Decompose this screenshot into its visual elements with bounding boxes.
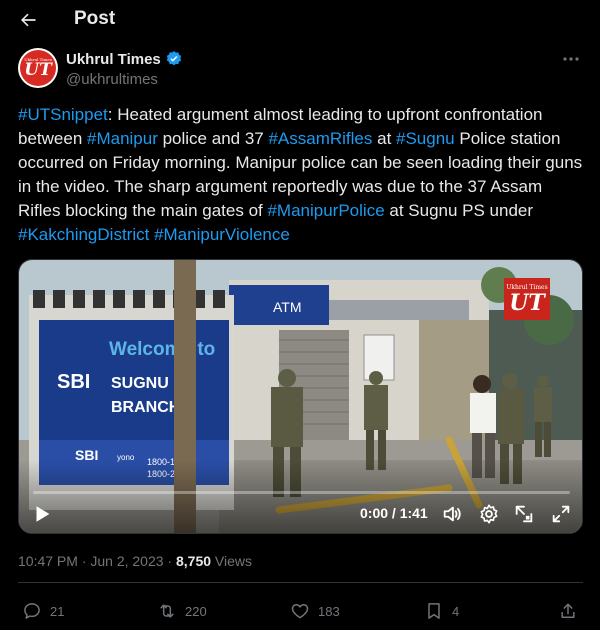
hashtag-link[interactable]: #ManipurPolice: [267, 201, 384, 220]
branch-text: BRANCH: [111, 399, 180, 416]
avatar-logo: UT: [24, 60, 52, 80]
bookmark-icon: [428, 603, 440, 619]
arrow-left-icon: [21, 13, 36, 27]
back-button[interactable]: [14, 6, 42, 34]
hashtag-link[interactable]: #KakchingDistrict: [18, 225, 149, 244]
hashtag-link[interactable]: #Manipur: [87, 129, 158, 148]
atm-sign-text: ATM: [273, 299, 302, 315]
hashtag-link[interactable]: #Sugnu: [396, 129, 455, 148]
page-title: Post: [74, 8, 116, 29]
heart-icon: [291, 604, 309, 619]
more-dots-icon: [563, 57, 579, 61]
popout-button[interactable]: [513, 503, 535, 525]
share-icon: [561, 603, 575, 618]
welcome-text: Welcome to: [109, 339, 215, 360]
verified-badge-icon: [165, 50, 183, 68]
share-button[interactable]: [558, 598, 578, 624]
author-name: Ukhrul Times: [66, 50, 161, 68]
bookmark-button[interactable]: 4: [424, 598, 459, 624]
top-bar: Post: [0, 0, 600, 40]
action-bar: 21 220 183 4: [0, 598, 600, 624]
author-row: Ukhrul Times UT Ukhrul Times @ukhrultime…: [18, 48, 588, 92]
fullscreen-button[interactable]: [550, 503, 572, 525]
post-timestamp[interactable]: 10:47 PM · Jun 2, 2023 ·: [18, 553, 176, 569]
sbi-logo-text: SBI: [57, 371, 90, 393]
volume-icon: [443, 506, 461, 522]
volume-button[interactable]: [441, 503, 463, 525]
repost-icon: [160, 604, 174, 618]
repost-count: 220: [185, 603, 207, 619]
video-progress-bar[interactable]: [33, 491, 570, 494]
hashtag-link[interactable]: #UTSnippet: [18, 105, 108, 124]
tweet-text-segment: police and 37: [157, 129, 269, 148]
watermark-logo: Ukhrul Times UT: [504, 278, 550, 320]
like-count: 183: [318, 603, 340, 619]
video-player[interactable]: ATM Welcome to SBI SUGNU BRANCH SBI yono…: [18, 259, 583, 534]
reply-count: 21: [50, 603, 65, 619]
gear-icon: [480, 504, 498, 524]
hashtag-link[interactable]: #ManipurViolence: [154, 225, 290, 244]
author-handle[interactable]: @ukhrultimes: [66, 71, 158, 88]
reply-button[interactable]: 21: [22, 598, 64, 624]
play-icon: [36, 506, 50, 522]
watermark-mark: UT: [509, 290, 545, 316]
play-button[interactable]: [31, 503, 53, 525]
more-options-button[interactable]: [560, 50, 582, 68]
sugnu-text: SUGNU: [111, 375, 169, 392]
picture-in-picture-icon: [515, 505, 533, 523]
like-button[interactable]: 183: [290, 598, 340, 624]
views-label: Views: [211, 553, 253, 569]
tweet-text-segment: at: [372, 129, 397, 148]
repost-button[interactable]: 220: [157, 598, 207, 624]
views-count: 8,750: [175, 553, 212, 569]
settings-button[interactable]: [478, 503, 500, 525]
divider: [18, 582, 583, 583]
author-name-link[interactable]: Ukhrul Times: [66, 50, 183, 68]
hashtag-link[interactable]: #AssamRifles: [268, 129, 372, 148]
bookmark-count: 4: [452, 603, 460, 619]
video-time: 0:00 / 1:41: [360, 505, 428, 521]
avatar[interactable]: Ukhrul Times UT: [18, 48, 58, 88]
tweet-text-segment: at Sugnu PS under: [384, 201, 534, 220]
fullscreen-icon: [552, 505, 570, 523]
reply-icon: [24, 603, 40, 619]
post-meta: 10:47 PM · Jun 2, 2023 · 8,750 Views: [18, 553, 252, 569]
tweet-text: #UTSnippet: Heated argument almost leadi…: [18, 103, 583, 247]
